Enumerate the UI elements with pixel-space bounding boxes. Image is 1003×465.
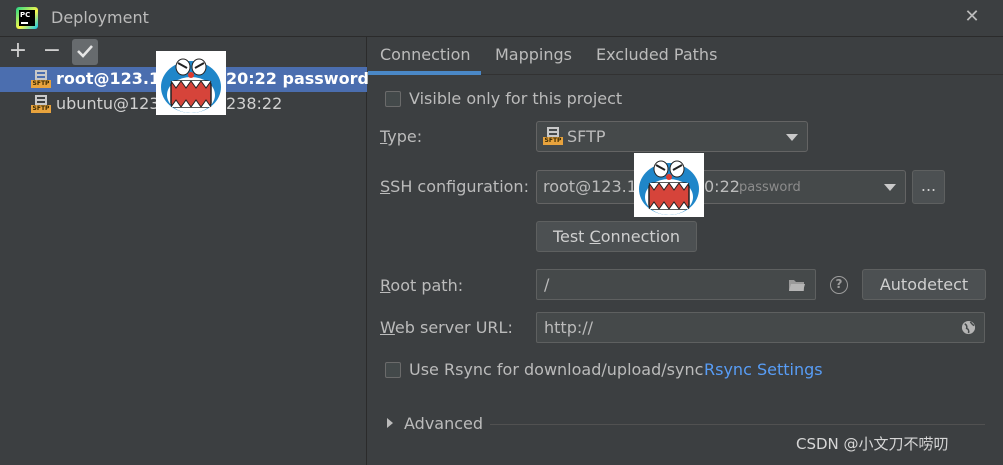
sftp-icon: SFTP bbox=[31, 95, 51, 114]
set-default-button[interactable] bbox=[72, 39, 98, 65]
advanced-section-toggle[interactable]: Advanced bbox=[404, 414, 483, 433]
globe-icon[interactable] bbox=[961, 320, 976, 335]
ssh-config-value: root@123.1 bbox=[543, 177, 637, 196]
rsync-settings-link[interactable]: Rsync Settings bbox=[704, 360, 823, 379]
root-path-input[interactable]: / bbox=[536, 269, 816, 300]
tab-mappings[interactable]: Mappings bbox=[495, 45, 572, 64]
type-label: Type: bbox=[380, 127, 423, 146]
use-rsync-label: Use Rsync for download/upload/sync bbox=[409, 360, 704, 379]
chevron-right-icon[interactable] bbox=[387, 418, 393, 428]
sftp-icon: SFTP bbox=[543, 127, 563, 146]
settings-panel: Connection Mappings Excluded Paths Visib… bbox=[368, 37, 1003, 465]
root-path-label: Root path: bbox=[380, 276, 464, 295]
checkmark-icon bbox=[77, 45, 93, 58]
chevron-down-icon bbox=[884, 184, 896, 191]
window-title: Deployment bbox=[51, 8, 149, 27]
web-server-url-value: http:// bbox=[544, 318, 594, 337]
close-icon[interactable]: ✕ bbox=[962, 6, 982, 28]
add-server-button[interactable]: + bbox=[5, 39, 31, 65]
web-server-url-input[interactable]: http:// bbox=[536, 312, 985, 343]
autodetect-button[interactable]: Autodetect bbox=[862, 269, 986, 300]
tab-connection[interactable]: Connection bbox=[380, 45, 471, 64]
ssh-config-label: SSH configuration: bbox=[380, 177, 529, 196]
use-rsync-checkbox[interactable] bbox=[385, 362, 401, 378]
title-bar: PC Deployment ✕ bbox=[0, 0, 1003, 37]
ssh-config-more-button[interactable]: ... bbox=[912, 170, 945, 204]
ssh-config-value-suffix: 0:22 bbox=[704, 177, 740, 196]
server-name-suffix: 20:22 password bbox=[226, 69, 369, 88]
tab-excluded-paths[interactable]: Excluded Paths bbox=[596, 45, 717, 64]
chevron-down-icon bbox=[786, 134, 798, 141]
advanced-divider bbox=[490, 424, 985, 425]
help-icon[interactable]: ? bbox=[830, 276, 848, 294]
server-name: ubuntu@123 bbox=[56, 94, 160, 113]
redaction-sticker bbox=[156, 51, 226, 115]
visible-only-label: Visible only for this project bbox=[409, 89, 623, 108]
web-server-url-label: Web server URL: bbox=[380, 318, 513, 337]
test-connection-button[interactable]: Test Connection bbox=[536, 221, 697, 252]
active-tab-indicator bbox=[368, 71, 481, 75]
type-dropdown[interactable]: SFTP SFTP bbox=[536, 121, 808, 152]
watermark: CSDN @小文刀不唠叨 bbox=[796, 435, 949, 453]
root-path-value: / bbox=[544, 275, 550, 294]
remove-server-button[interactable]: − bbox=[39, 39, 65, 65]
sftp-icon: SFTP bbox=[31, 70, 51, 89]
pycharm-logo-icon: PC bbox=[16, 7, 38, 29]
ssh-auth-hint: password bbox=[739, 180, 801, 195]
server-name: root@123.1 bbox=[56, 69, 161, 88]
folder-icon[interactable] bbox=[788, 278, 806, 292]
redaction-sticker bbox=[634, 153, 704, 217]
ssh-config-dropdown[interactable]: root@123.1 0:22 password bbox=[536, 170, 906, 204]
visible-only-checkbox[interactable] bbox=[385, 91, 401, 107]
type-value: SFTP bbox=[567, 127, 606, 146]
server-name-suffix: 238:22 bbox=[226, 94, 283, 113]
tab-bar: Connection Mappings Excluded Paths bbox=[368, 37, 1003, 75]
